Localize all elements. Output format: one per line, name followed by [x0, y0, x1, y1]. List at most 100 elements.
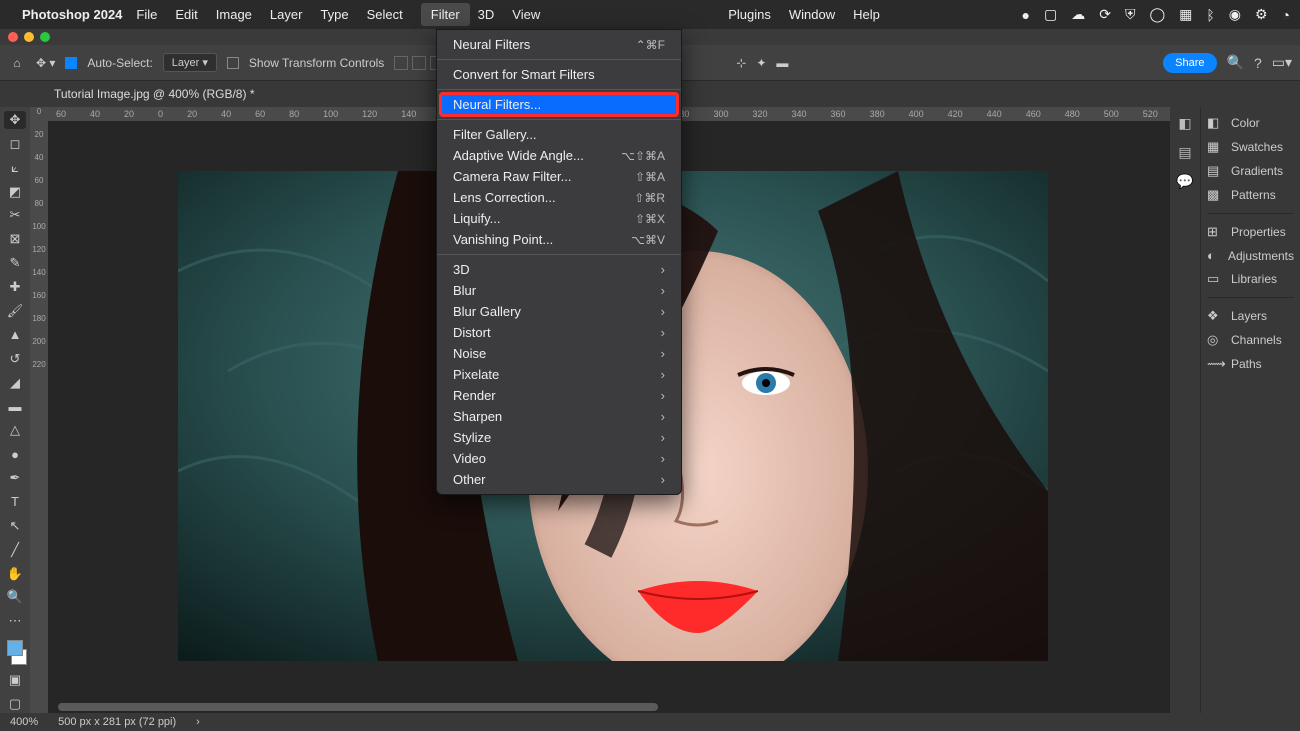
stamp-tool[interactable]: ▲	[4, 326, 26, 344]
clock-icon[interactable]: ◔	[1282, 7, 1290, 23]
menu-view[interactable]: View	[512, 7, 540, 22]
filter-video[interactable]: Video›	[437, 448, 681, 469]
menu-layer[interactable]: Layer	[270, 7, 303, 22]
circle-icon[interactable]: ◯	[1149, 6, 1165, 23]
filter-liquify[interactable]: Liquify...⇧⌘X	[437, 208, 681, 229]
panel-patterns[interactable]: ▩Patterns	[1207, 187, 1294, 203]
edit-toolbar[interactable]: ⋯	[4, 612, 26, 630]
quick-mask-tool[interactable]: ▣	[4, 671, 26, 689]
healing-tool[interactable]: ✚	[4, 278, 26, 296]
panel-paths[interactable]: ⟿Paths	[1207, 356, 1294, 372]
brush-tool[interactable]: 🖌	[4, 302, 26, 320]
frame-tool[interactable]: ⊠	[4, 230, 26, 248]
filter-convert-smart[interactable]: Convert for Smart Filters	[437, 64, 681, 85]
filter-other[interactable]: Other›	[437, 469, 681, 490]
panel-gradients[interactable]: ▤Gradients	[1207, 163, 1294, 179]
horizontal-scrollbar[interactable]	[58, 703, 1170, 713]
menu-help[interactable]: Help	[853, 7, 880, 22]
filter-neural-filters[interactable]: Neural Filters...	[441, 94, 677, 115]
filter-noise[interactable]: Noise›	[437, 343, 681, 364]
filter-adaptive-wide[interactable]: Adaptive Wide Angle...⌥⇧⌘A	[437, 145, 681, 166]
rail-icon-3[interactable]: 💬	[1176, 173, 1193, 190]
sync-icon[interactable]: ⟳	[1099, 6, 1111, 23]
search-icon[interactable]: 🔍	[1227, 54, 1244, 71]
screen-mode-tool[interactable]: ▢	[4, 695, 26, 713]
filter-gallery[interactable]: Filter Gallery...	[437, 124, 681, 145]
workspace-icon[interactable]: ▭▾	[1272, 54, 1292, 71]
marquee-tool[interactable]: ◻	[4, 135, 26, 153]
shield-icon[interactable]: ⛨	[1125, 6, 1136, 23]
pen-tool[interactable]: ✒	[4, 469, 26, 487]
move-tool-icon[interactable]: ✥ ▾	[36, 56, 55, 70]
help-icon[interactable]: ?	[1254, 55, 1262, 71]
object-select-tool[interactable]: ◩	[4, 183, 26, 201]
eyedropper-tool[interactable]: ✎	[4, 254, 26, 272]
filter-blur[interactable]: Blur›	[437, 280, 681, 301]
lasso-tool[interactable]: ⟀	[4, 159, 26, 177]
bluetooth-icon[interactable]: ᛒ	[1206, 7, 1214, 23]
record-icon[interactable]: ●	[1022, 7, 1030, 23]
panel-layers[interactable]: ❖Layers	[1207, 308, 1294, 324]
auto-select-dropdown[interactable]: Layer ▾	[163, 53, 217, 72]
info-arrow-icon[interactable]: ›	[196, 716, 200, 728]
auto-select-checkbox[interactable]	[65, 57, 77, 69]
zoom-readout[interactable]: 400%	[10, 716, 38, 728]
menu-plugins[interactable]: Plugins	[728, 7, 771, 22]
cloud-icon[interactable]: ☁	[1071, 6, 1085, 23]
hand-tool[interactable]: ✋	[4, 565, 26, 583]
filter-render[interactable]: Render›	[437, 385, 681, 406]
filter-sharpen[interactable]: Sharpen›	[437, 406, 681, 427]
zoom-tool[interactable]: 🔍	[4, 589, 26, 607]
menu-image[interactable]: Image	[216, 7, 252, 22]
3d-camera-icon[interactable]: ✦	[756, 56, 766, 70]
menu-window[interactable]: Window	[789, 7, 835, 22]
path-select-tool[interactable]: ↖	[4, 517, 26, 535]
filter-stylize[interactable]: Stylize›	[437, 427, 681, 448]
home-icon[interactable]: ⌂	[8, 54, 26, 72]
blur-tool[interactable]: △	[4, 421, 26, 439]
shape-tool[interactable]: ╱	[4, 541, 26, 559]
control-center-icon[interactable]: ⚙	[1255, 6, 1268, 23]
video-icon[interactable]: ▬	[776, 56, 788, 70]
dodge-tool[interactable]: ●	[4, 445, 26, 463]
filter-lens-correction[interactable]: Lens Correction...⇧⌘R	[437, 187, 681, 208]
menu-select[interactable]: Select	[367, 7, 403, 22]
history-brush-tool[interactable]: ↺	[4, 350, 26, 368]
filter-recent[interactable]: Neural Filters⌃⌘F	[437, 34, 681, 55]
menu-file[interactable]: File	[136, 7, 157, 22]
wifi-icon[interactable]: ◉	[1229, 6, 1241, 23]
calendar-icon[interactable]: ▦	[1179, 6, 1192, 23]
share-button[interactable]: Share	[1163, 53, 1216, 73]
color-swatches[interactable]	[3, 640, 27, 665]
doc-info[interactable]: 500 px x 281 px (72 ppi)	[58, 716, 176, 728]
filter-3d[interactable]: 3D›	[437, 259, 681, 280]
eraser-tool[interactable]: ◢	[4, 374, 26, 392]
foreground-color[interactable]	[7, 640, 23, 656]
panel-channels[interactable]: ◎Channels	[1207, 332, 1294, 348]
filter-blur-gallery[interactable]: Blur Gallery›	[437, 301, 681, 322]
filter-distort[interactable]: Distort›	[437, 322, 681, 343]
filter-vanishing-point[interactable]: Vanishing Point...⌥⌘V	[437, 229, 681, 250]
rail-icon-2[interactable]: ▤	[1178, 144, 1191, 161]
panel-libraries[interactable]: ▭Libraries	[1207, 271, 1294, 287]
ruler-vertical: 02040 6080100 120140160 180200220	[30, 107, 48, 713]
crop-tool[interactable]: ✂	[4, 207, 26, 225]
panel-adjustments[interactable]: ◐Adjustments	[1207, 248, 1294, 263]
menu-type[interactable]: Type	[320, 7, 348, 22]
filter-menu-dropdown: Neural Filters⌃⌘F Convert for Smart Filt…	[436, 29, 682, 495]
rail-icon-1[interactable]: ◧	[1178, 115, 1191, 132]
type-tool[interactable]: T	[4, 493, 26, 511]
filter-pixelate[interactable]: Pixelate›	[437, 364, 681, 385]
filter-camera-raw[interactable]: Camera Raw Filter...⇧⌘A	[437, 166, 681, 187]
menu-edit[interactable]: Edit	[175, 7, 197, 22]
menu-3d[interactable]: 3D	[478, 7, 495, 22]
panel-color[interactable]: ◧Color	[1207, 115, 1294, 131]
gradient-tool[interactable]: ▬	[4, 398, 26, 416]
move-tool[interactable]: ✥	[4, 111, 26, 129]
show-transform-checkbox[interactable]	[227, 57, 239, 69]
3d-mode-icon[interactable]: ⊹	[736, 56, 746, 70]
panel-properties[interactable]: ⊞Properties	[1207, 224, 1294, 240]
display-icon[interactable]: ▢	[1044, 6, 1057, 23]
panel-swatches[interactable]: ▦Swatches	[1207, 139, 1294, 155]
menu-filter[interactable]: Filter	[421, 3, 470, 26]
